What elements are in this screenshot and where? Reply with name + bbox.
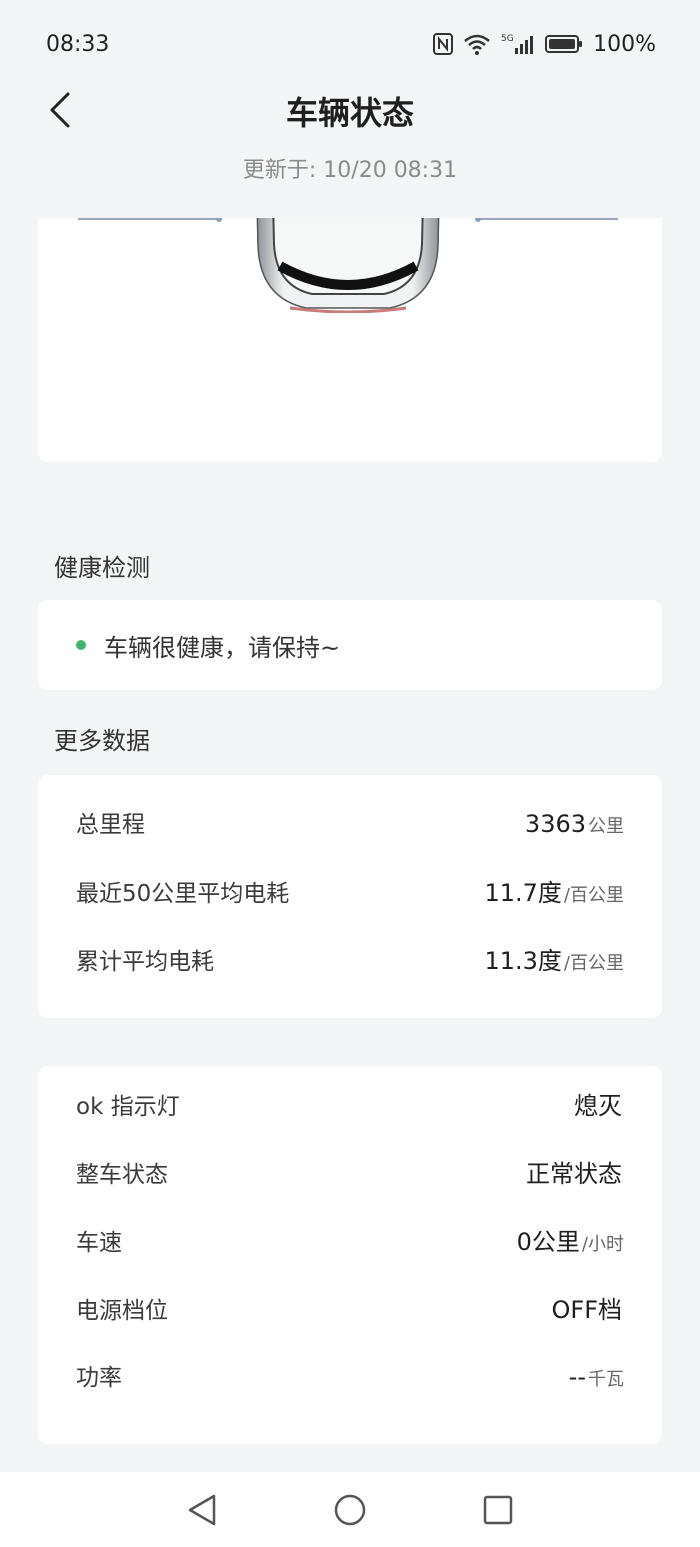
health-card: 车辆很健康，请保持~ (38, 600, 662, 690)
nav-recent-button[interactable] (474, 1486, 522, 1534)
status-time: 08:33 (46, 31, 110, 57)
status-row-power-gear: 电源档位 OFF档 (76, 1290, 624, 1358)
data-value: 11.3度 /百公里 (484, 941, 624, 976)
page-header: 车辆状态 (0, 70, 700, 150)
more-data-section-title: 更多数据 (54, 727, 150, 755)
data-label: 整车状态 (76, 1162, 168, 1188)
data-value: 正常状态 (526, 1154, 624, 1189)
wifi-icon (463, 33, 491, 55)
data-label: 车速 (76, 1230, 122, 1256)
system-navigation-bar (0, 1472, 700, 1547)
status-icons: 5G 100% (433, 32, 656, 57)
data-label: ok 指示灯 (76, 1094, 180, 1120)
updated-timestamp: 更新于: 10/20 08:31 (242, 158, 458, 183)
data-row-total-mileage: 总里程 3363 公里 (76, 805, 624, 873)
square-recent-icon (483, 1495, 513, 1524)
value-number: 熄灭 (574, 1092, 622, 1120)
circle-home-icon (334, 1494, 366, 1525)
status-row-vehicle-state: 整车状态 正常状态 (76, 1154, 624, 1222)
more-data-card: 总里程 3363 公里 最近50公里平均电耗 11.7度 /百公里 累计平均电耗… (38, 775, 662, 1018)
nav-back-button[interactable] (178, 1486, 226, 1534)
value-number: -- (568, 1363, 586, 1391)
data-value: 11.7度 /百公里 (484, 873, 624, 908)
value-unit: 千瓦 (588, 1369, 624, 1390)
indicator-dot-left (216, 218, 222, 222)
signal-icon: 5G (501, 32, 535, 56)
data-label: 累计平均电耗 (76, 949, 214, 975)
indicator-dot-right (475, 218, 481, 222)
value-unit: 公里 (588, 816, 624, 837)
page-title: 车辆状态 (285, 94, 414, 132)
value-number: 11.3度 (484, 947, 562, 975)
value-number: 0公里 (516, 1228, 580, 1256)
value-number: 11.7度 (484, 879, 562, 907)
data-label: 电源档位 (76, 1298, 168, 1324)
health-message: 车辆很健康，请保持~ (104, 633, 341, 662)
data-value: 0公里 /小时 (517, 1222, 624, 1257)
data-label: 功率 (76, 1365, 122, 1391)
triangle-back-icon (188, 1494, 216, 1525)
nav-home-button[interactable] (326, 1486, 374, 1534)
data-value: 熄灭 (574, 1086, 624, 1121)
health-status-dot (76, 640, 86, 650)
value-number: 正常状态 (526, 1160, 622, 1188)
data-label: 总里程 (76, 812, 145, 838)
nfc-icon (433, 33, 454, 55)
status-row-speed: 车速 0公里 /小时 (76, 1222, 624, 1290)
value-unit: /百公里 (563, 885, 624, 906)
status-row-power: 功率 -- 千瓦 (76, 1358, 624, 1426)
vehicle-rear-image (256, 218, 440, 313)
indicator-line-left (78, 218, 218, 220)
data-value: 3363 公里 (525, 810, 624, 838)
vehicle-status-card: ok 指示灯 熄灭 整车状态 正常状态 车速 0公里 /小时 电源档位 OFF档… (38, 1066, 662, 1444)
battery-percent: 100% (593, 31, 656, 57)
indicator-line-right (478, 218, 618, 220)
value-unit: /百公里 (563, 953, 624, 974)
value-number: OFF档 (551, 1296, 623, 1324)
data-row-recent-consumption: 最近50公里平均电耗 11.7度 /百公里 (76, 873, 624, 941)
data-value: OFF档 (552, 1290, 625, 1325)
health-section-title: 健康检测 (54, 554, 150, 582)
value-unit: /小时 (581, 1234, 624, 1255)
vehicle-image-card (38, 218, 662, 462)
status-row-ok-light: ok 指示灯 熄灭 (76, 1086, 624, 1154)
data-label: 最近50公里平均电耗 (76, 881, 290, 907)
svg-text:5G: 5G (501, 34, 514, 44)
battery-icon (545, 33, 583, 55)
data-row-cumulative-consumption: 累计平均电耗 11.3度 /百公里 (76, 941, 624, 1009)
value-number: 3363 (524, 810, 586, 838)
data-value: -- 千瓦 (569, 1363, 624, 1391)
